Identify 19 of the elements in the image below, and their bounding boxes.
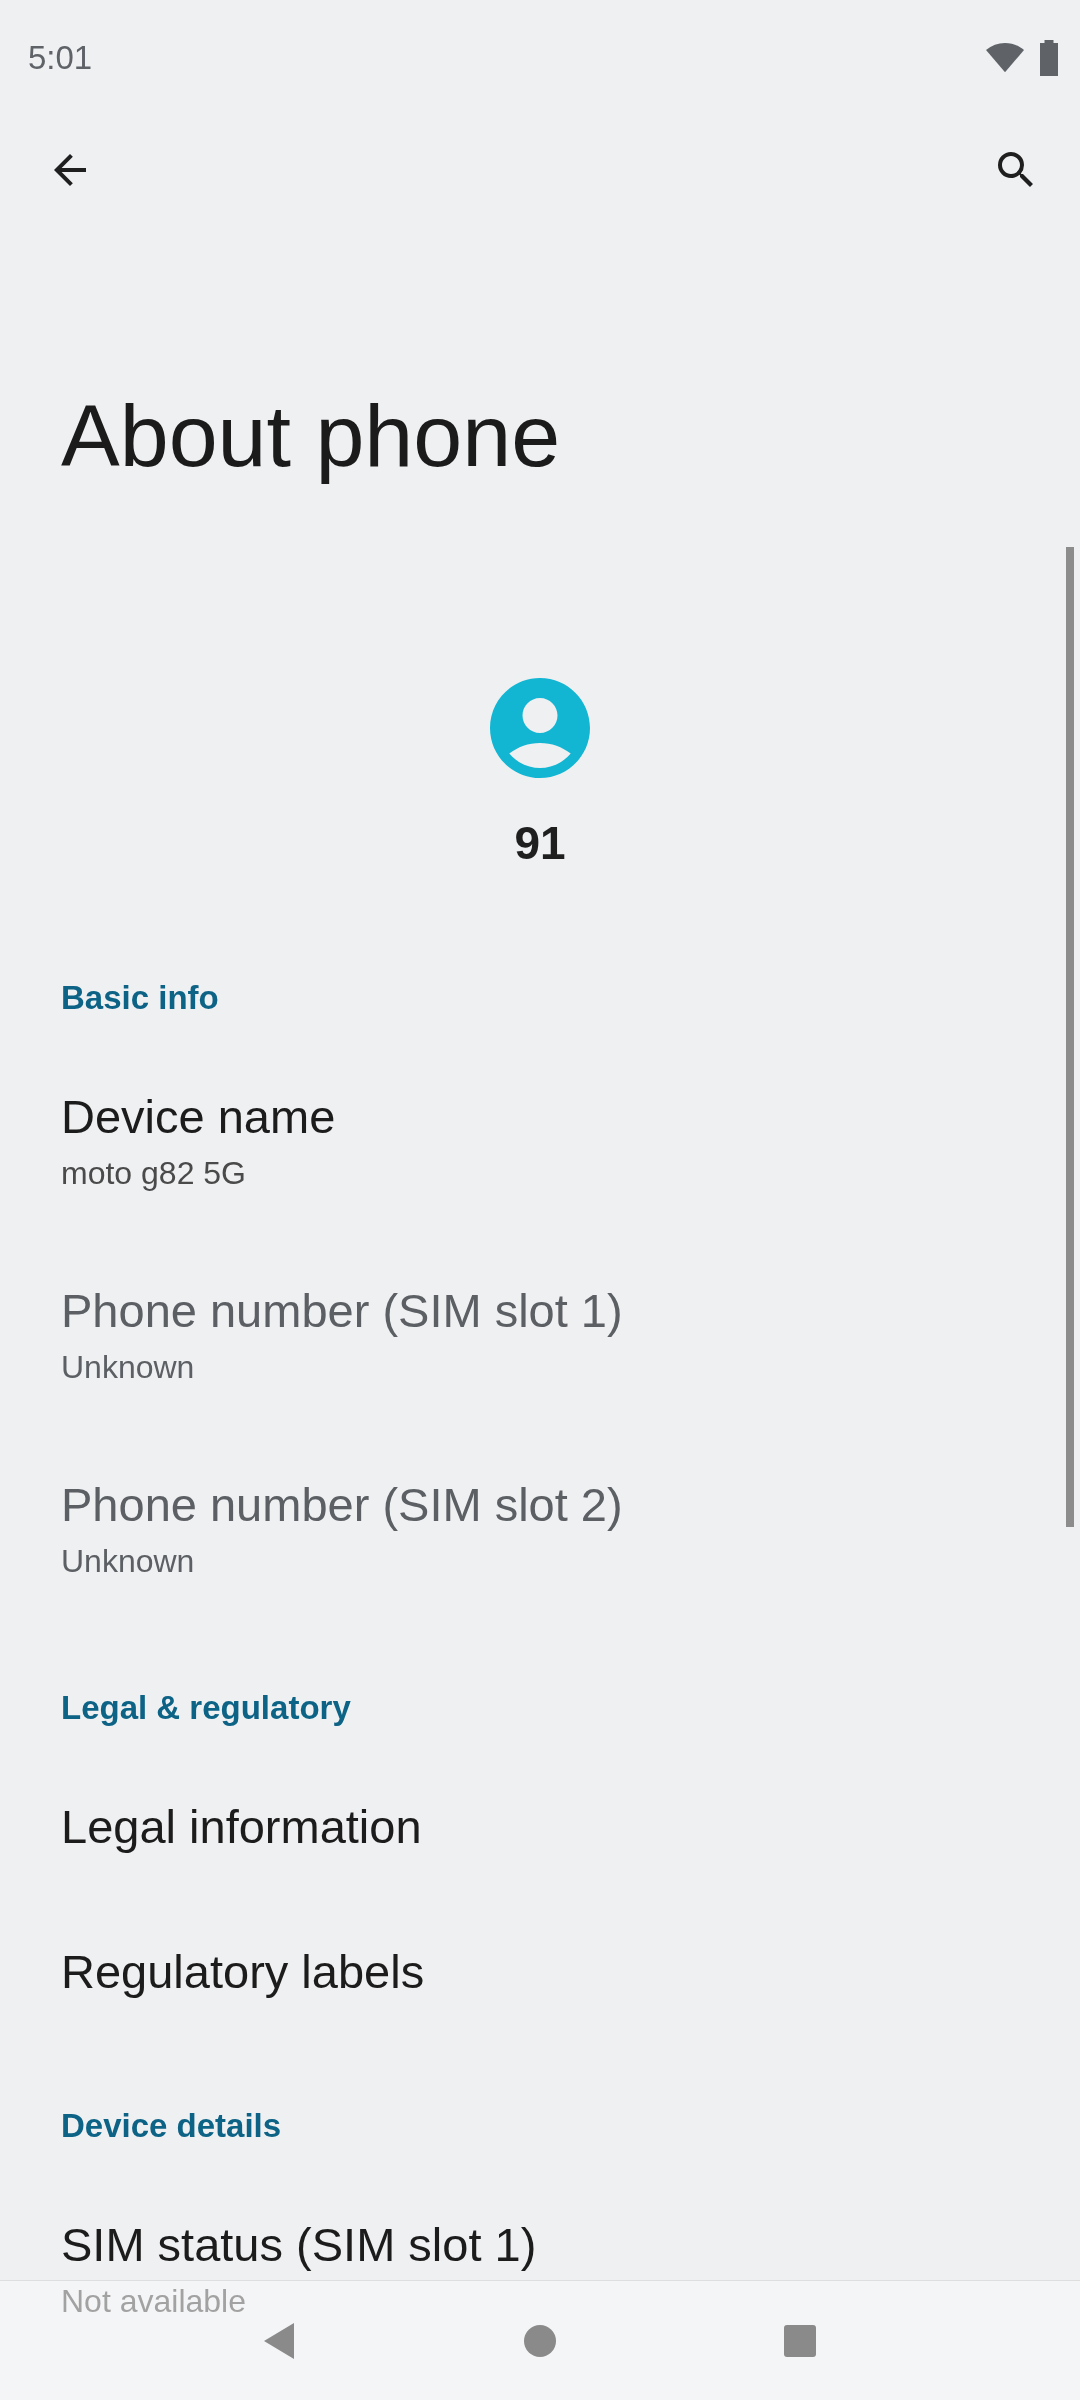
setting-title: Phone number (SIM slot 2): [61, 1478, 623, 1531]
setting-summary: moto g82 5G: [61, 1155, 246, 1191]
setting-summary: Unknown: [61, 1543, 195, 1579]
setting-summary: Unknown: [61, 1349, 195, 1385]
section-header: Basic info: [61, 979, 219, 1016]
section-header: Device details: [61, 2107, 282, 2144]
section-header: Legal & regulatory: [61, 1689, 351, 1726]
setting-title[interactable]: Legal information: [61, 1800, 422, 1853]
setting-title[interactable]: SIM status (SIM slot 1): [61, 2218, 537, 2271]
setting-title: Phone number (SIM slot 1): [61, 1284, 623, 1337]
setting-title[interactable]: Regulatory labels: [61, 1945, 425, 1998]
wifi-icon: [986, 41, 1024, 74]
status-time: 5:01: [28, 38, 93, 77]
page-title: About phone: [61, 385, 562, 487]
account-icon: [490, 678, 590, 778]
profile-name: 91: [514, 817, 566, 869]
setting-title[interactable]: Device name: [61, 1090, 336, 1143]
setting-summary: Not available: [61, 2283, 246, 2319]
battery-icon: [1038, 39, 1060, 76]
